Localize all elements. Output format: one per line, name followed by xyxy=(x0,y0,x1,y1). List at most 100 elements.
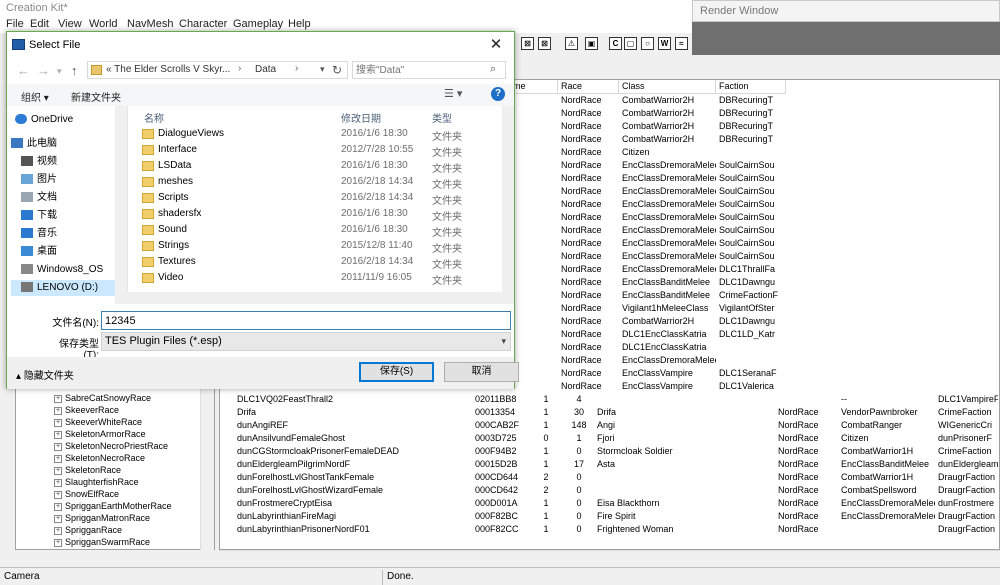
cell-race[interactable]: NordRace xyxy=(558,315,619,328)
cell-count[interactable]: 0 xyxy=(528,432,564,445)
tree-item[interactable]: + SkeletonNecroRace xyxy=(54,453,145,465)
cell-faction[interactable]: SoulCairnSou xyxy=(716,185,786,198)
cell-faction[interactable] xyxy=(716,146,786,159)
file-row[interactable]: Strings 2015/12/8 11:40 文件夹 xyxy=(128,238,498,255)
toolbar-w-icon[interactable]: W xyxy=(658,37,671,50)
cell-faction[interactable]: DBRecuringT xyxy=(716,120,786,133)
expand-plus-icon[interactable]: + xyxy=(54,430,62,439)
filetype-select[interactable]: TES Plugin Files (*.esp) ▾ xyxy=(101,332,511,351)
grid-hscrollbar[interactable] xyxy=(219,550,1000,562)
cell-users[interactable]: 4 xyxy=(564,393,594,406)
expand-plus-icon[interactable]: + xyxy=(54,526,62,535)
cell-class[interactable]: EncClassBanditMelee xyxy=(619,276,716,289)
toolbar-water-icon[interactable]: ≈ xyxy=(675,37,688,50)
nav-onedrive[interactable]: OneDrive xyxy=(15,112,127,128)
cell-race[interactable]: NordRace xyxy=(558,237,619,250)
cell-faction[interactable]: DLC1Valerica xyxy=(716,380,786,393)
cell-race[interactable]: NordRace xyxy=(558,159,619,172)
cell-faction[interactable]: DraugrFaction xyxy=(935,471,998,484)
tree-item[interactable]: + SkeletonArmorRace xyxy=(54,429,146,441)
cell-race[interactable]: NordRace xyxy=(775,458,836,471)
cell-class[interactable]: EncClassDremoraMelee xyxy=(838,510,935,523)
cell-class[interactable]: Citizen xyxy=(619,146,716,159)
expand-plus-icon[interactable]: + xyxy=(54,502,62,511)
cell-users[interactable]: 0 xyxy=(564,484,594,497)
cell-users[interactable]: 0 xyxy=(564,523,594,536)
hide-folders-toggle[interactable]: ▴ 隐藏文件夹 xyxy=(16,367,74,382)
cell-count[interactable]: 1 xyxy=(528,419,564,432)
file-row[interactable]: DialogueViews 2016/1/6 18:30 文件夹 xyxy=(128,126,498,143)
cell-faction[interactable]: DraugrFaction xyxy=(935,510,998,523)
cell-formid[interactable]: 000D001A xyxy=(472,497,527,510)
menu-file[interactable]: File xyxy=(6,18,24,30)
address-bar[interactable]: « The Elder Scrolls V Skyr... › Data › ▾… xyxy=(87,61,348,79)
tree-item[interactable]: + SnowElfRace xyxy=(54,489,119,501)
cell-editorid[interactable]: dunAngiREF xyxy=(234,419,469,432)
cell-faction[interactable]: DraugrFaction xyxy=(935,484,998,497)
expand-plus-icon[interactable]: + xyxy=(54,418,62,427)
expand-plus-icon[interactable]: + xyxy=(54,442,62,451)
cell-class[interactable]: EncClassDremoraMelee xyxy=(619,159,716,172)
help-icon[interactable]: ? xyxy=(491,87,505,101)
cell-race[interactable]: NordRace xyxy=(558,354,619,367)
file-row[interactable]: LSData 2016/1/6 18:30 文件夹 xyxy=(128,158,498,175)
chevron-down-icon[interactable]: ▾ xyxy=(57,66,62,77)
cell-editorid[interactable]: dunForelhostLvlGhostWizardFemale xyxy=(234,484,469,497)
cell-class[interactable]: CombatWarrior2H xyxy=(619,120,716,133)
file-row[interactable]: meshes 2016/2/18 14:34 文件夹 xyxy=(128,174,498,191)
address-dropdown-icon[interactable]: ▾ xyxy=(320,64,325,75)
cell-faction[interactable]: CrimeFaction xyxy=(935,406,998,419)
cell-class[interactable]: EncClassDremoraMelee xyxy=(838,497,935,510)
cell-race[interactable]: NordRace xyxy=(558,224,619,237)
cell-editorid[interactable]: DLC1VQ02FeastThrall2 xyxy=(234,393,469,406)
breadcrumb-separator[interactable]: › xyxy=(295,63,298,74)
toolbar-cube-icon[interactable]: ▣ xyxy=(585,37,598,50)
cell-faction[interactable]: DLC1LD_Katr xyxy=(716,328,786,341)
cell-faction[interactable]: SoulCairnSou xyxy=(716,198,786,211)
tree-item[interactable]: + SlaughterfishRace xyxy=(54,477,139,489)
cell-editorid[interactable]: dunCGStormcloakPrisonerFemaleDEAD xyxy=(234,445,469,458)
search-box[interactable]: ⌕ xyxy=(352,61,506,79)
file-row[interactable]: Video 2011/11/9 16:05 文件夹 xyxy=(128,270,498,287)
cell-race[interactable]: NordRace xyxy=(775,419,836,432)
up-arrow-icon[interactable]: ↑ xyxy=(71,63,78,78)
menu-character[interactable]: Character xyxy=(179,18,227,30)
cell-faction[interactable]: DBRecuringT xyxy=(716,133,786,146)
tree-item[interactable]: + SprigganEarthMotherRace xyxy=(54,501,172,513)
cell-class[interactable]: DLC1EncClassKatria xyxy=(619,328,716,341)
cell-faction[interactable]: dunPrisonerF xyxy=(935,432,998,445)
nav-this-pc[interactable]: 此电脑 xyxy=(11,136,123,152)
tree-item[interactable]: + SkeeverWhiteRace xyxy=(54,417,142,429)
nav-lenovo-d[interactable]: LENOVO (D:) xyxy=(11,280,123,296)
cell-users[interactable]: 17 xyxy=(564,458,594,471)
cell-race[interactable]: NordRace xyxy=(775,510,836,523)
cell-race[interactable]: NordRace xyxy=(558,198,619,211)
cell-class[interactable]: EncClassVampire xyxy=(619,380,716,393)
cell-formid[interactable]: 0003D725 xyxy=(472,432,527,445)
cell-count[interactable]: 1 xyxy=(528,458,564,471)
cell-name[interactable] xyxy=(594,471,694,484)
cell-faction[interactable]: SoulCairnSou xyxy=(716,159,786,172)
organize-button[interactable]: 组织 ▾ xyxy=(21,89,49,104)
file-row[interactable]: shadersfx 2016/1/6 18:30 文件夹 xyxy=(128,206,498,223)
cell-class[interactable]: -- xyxy=(838,393,935,406)
cell-formid[interactable]: 000CAB2F xyxy=(472,419,527,432)
toolbar-square-icon[interactable]: ▢ xyxy=(624,37,637,50)
tree-item[interactable]: + SkeletonRace xyxy=(54,465,121,477)
new-folder-button[interactable]: 新建文件夹 xyxy=(71,89,121,104)
cell-name[interactable] xyxy=(594,393,694,406)
cell-editorid[interactable]: Drifa xyxy=(234,406,469,419)
cell-formid[interactable]: 000CD642 xyxy=(472,484,527,497)
breadcrumb-separator[interactable]: › xyxy=(238,63,241,74)
cell-race[interactable]: NordRace xyxy=(775,432,836,445)
cell-formid[interactable]: 000F94B2 xyxy=(472,445,527,458)
cell-faction[interactable]: DBRecuringT xyxy=(716,107,786,120)
column-header-name[interactable]: 名称 xyxy=(144,110,164,125)
cell-class[interactable]: Citizen xyxy=(838,432,935,445)
tree-item[interactable]: + SkeeverRace xyxy=(54,405,119,417)
cell-race[interactable]: NordRace xyxy=(558,250,619,263)
column-header-type[interactable]: 类型 xyxy=(432,110,452,125)
cell-faction[interactable]: CrimeFactionF xyxy=(716,289,786,302)
tree-item[interactable]: + SprigganMatronRace xyxy=(54,513,150,525)
cell-faction[interactable]: SoulCairnSou xyxy=(716,211,786,224)
